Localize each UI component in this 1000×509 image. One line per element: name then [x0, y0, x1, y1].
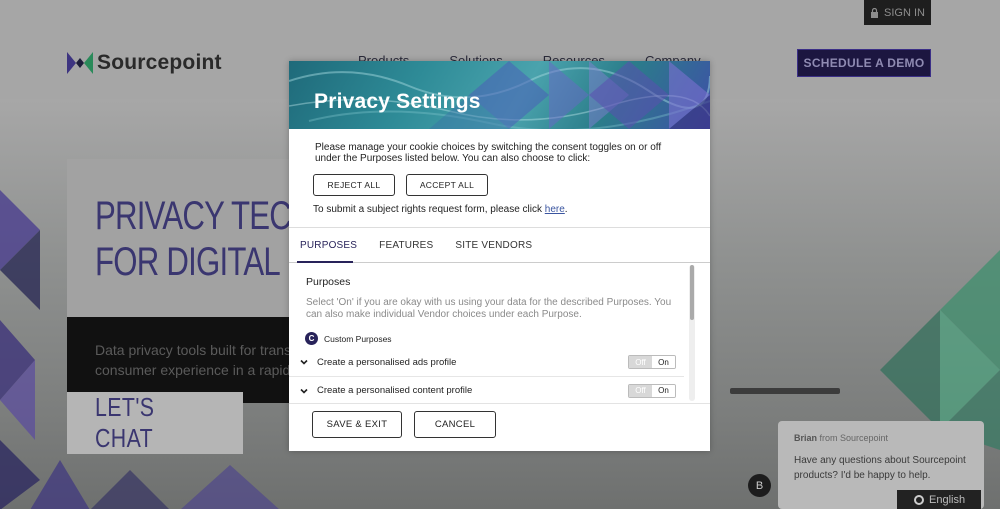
purpose-label: Create a personalised content profile — [317, 385, 473, 396]
save-and-exit-button[interactable]: SAVE & EXIT — [312, 411, 402, 438]
decorative-triangles-right — [880, 250, 1000, 450]
footer-divider — [289, 403, 710, 404]
privacy-settings-modal: Privacy Settings Please manage your cook… — [289, 61, 710, 451]
language-label: English — [929, 493, 966, 506]
chat-sender: Brian from Sourcepoint — [794, 433, 968, 443]
purpose-row[interactable]: Create a personalised ads profile Off On — [289, 348, 684, 376]
logo-text: Sourcepoint — [97, 51, 222, 74]
chevron-down-icon[interactable] — [299, 357, 309, 367]
sourcepoint-logo-icon — [67, 52, 93, 74]
hero-title: PRIVACY TECH FOR DIGITAL M — [95, 194, 314, 284]
sign-in-label: SIGN IN — [884, 6, 925, 19]
sourcepoint-logo[interactable]: Sourcepoint — [67, 51, 222, 75]
toggle-on[interactable]: On — [652, 356, 675, 368]
accept-all-button[interactable]: ACCEPT ALL — [406, 174, 488, 196]
hero-subtitle: Data privacy tools built for transpa con… — [95, 342, 311, 378]
chevron-down-icon[interactable] — [299, 386, 309, 396]
toggle-off[interactable]: Off — [629, 384, 652, 397]
tabs: PURPOSES FEATURES SITE VENDORS — [289, 229, 710, 262]
rights-request-link[interactable]: here — [545, 204, 565, 215]
lets-chat-button[interactable]: LET'S CHAT — [67, 392, 243, 454]
rights-request-text: To submit a subject rights request form,… — [313, 204, 568, 215]
schedule-demo-button[interactable]: SCHEDULE A DEMO — [797, 49, 931, 77]
divider — [289, 227, 710, 228]
chat-message: Have any questions about Sourcepoint pro… — [794, 455, 966, 481]
consent-toggle[interactable]: Off On — [628, 355, 676, 369]
boat-image — [730, 388, 840, 394]
tab-purposes[interactable]: PURPOSES — [289, 229, 368, 262]
scrollbar-thumb[interactable] — [690, 265, 694, 320]
sign-in-button[interactable]: SIGN IN — [864, 0, 931, 25]
chat-sender-name: Brian — [794, 433, 818, 443]
modal-banner: Privacy Settings — [289, 61, 710, 129]
custom-purposes: C Custom Purposes — [305, 332, 392, 345]
lets-chat-label: LET'S CHAT — [95, 392, 155, 453]
lock-icon — [871, 7, 879, 18]
globe-icon — [914, 494, 924, 505]
purpose-label: Create a personalised ads profile — [317, 356, 457, 368]
chat-sender-from: from Sourcepoint — [817, 433, 889, 443]
rights-suffix: . — [564, 204, 568, 215]
consent-toggle[interactable]: Off On — [628, 383, 676, 398]
reject-all-button[interactable]: REJECT ALL — [313, 174, 395, 196]
tab-features[interactable]: FEATURES — [368, 229, 444, 262]
active-tab-indicator — [297, 261, 353, 263]
modal-title: Privacy Settings — [314, 90, 481, 113]
rights-text: To submit a subject rights request form,… — [313, 204, 545, 215]
purpose-row[interactable]: Create a personalised content profile Of… — [289, 376, 684, 404]
tab-site-vendors[interactable]: SITE VENDORS — [444, 229, 543, 262]
toggle-on[interactable]: On — [652, 384, 675, 397]
purposes-heading: Purposes — [306, 276, 351, 288]
language-selector[interactable]: English — [897, 490, 981, 509]
purposes-description: Select 'On' if you are okay with us usin… — [306, 297, 672, 320]
custom-purposes-label: Custom Purposes — [324, 333, 392, 344]
custom-purposes-icon: C — [305, 332, 318, 345]
toggle-off[interactable]: Off — [629, 356, 652, 368]
chat-avatar[interactable]: B — [748, 474, 771, 497]
intro-text: Please manage your cookie choices by swi… — [315, 142, 662, 164]
cancel-button[interactable]: CANCEL — [414, 411, 496, 438]
